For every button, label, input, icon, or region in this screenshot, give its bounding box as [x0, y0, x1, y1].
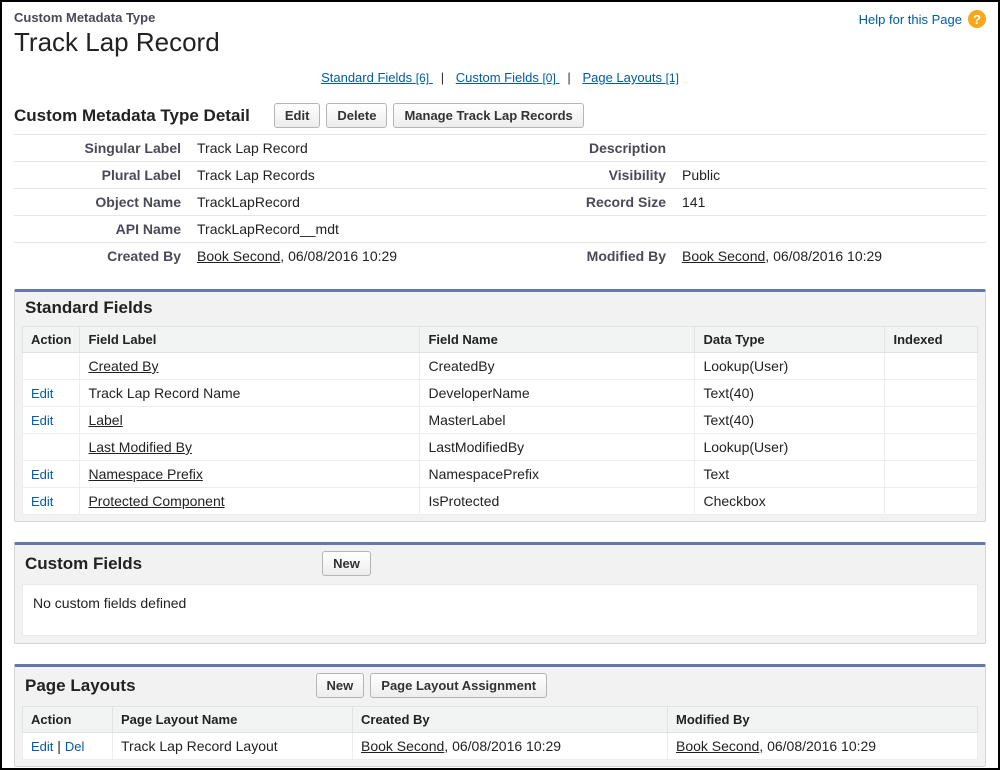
detail-heading: Custom Metadata Type Detail [14, 106, 250, 126]
field-indexed [885, 488, 978, 515]
detail-label: Created By [14, 243, 189, 270]
detail-value: Track Lap Record [189, 135, 499, 162]
layout-created-by-link[interactable]: Book Second [361, 738, 444, 754]
col-indexed: Indexed [885, 327, 978, 353]
anchor-nav: Standard Fields [6] | Custom Fields [0] … [14, 70, 986, 85]
help-icon: ? [968, 10, 986, 28]
layout-modified-by-link[interactable]: Book Second [676, 738, 759, 754]
col-action: Action [23, 327, 80, 353]
field-type: Lookup(User) [695, 353, 885, 380]
detail-value [674, 135, 986, 162]
field-type: Text(40) [695, 380, 885, 407]
detail-value: Track Lap Records [189, 162, 499, 189]
detail-label: Singular Label [14, 135, 189, 162]
field-edit-link[interactable]: Edit [31, 494, 53, 509]
custom-fields-empty: No custom fields defined [22, 584, 978, 636]
table-row: Edit Label MasterLabelText(40) [23, 407, 978, 434]
col-data-type: Data Type [695, 327, 885, 353]
detail-label: Plural Label [14, 162, 189, 189]
detail-label: Object Name [14, 189, 189, 216]
field-name: CreatedBy [420, 353, 695, 380]
detail-value: Public [674, 162, 986, 189]
table-row: Last Modified By LastModifiedByLookup(Use… [23, 434, 978, 461]
edit-button[interactable]: Edit [274, 103, 321, 128]
detail-value: TrackLapRecord [189, 189, 499, 216]
field-label-link[interactable]: Label [88, 412, 122, 428]
field-label-link[interactable]: Protected Component [88, 493, 224, 509]
detail-label: API Name [14, 216, 189, 243]
field-indexed [885, 461, 978, 488]
field-indexed [885, 353, 978, 380]
col-layout-name: Page Layout Name [113, 707, 353, 733]
field-name: IsProtected [420, 488, 695, 515]
anchor-standard-fields[interactable]: Standard Fields [6] [321, 70, 433, 85]
table-row: Created By CreatedByLookup(User) [23, 353, 978, 380]
field-name: MasterLabel [420, 407, 695, 434]
table-row: Edit | Del Track Lap Record Layout Book … [23, 733, 978, 760]
modified-by-link[interactable]: Book Second [682, 248, 765, 264]
standard-fields-heading: Standard Fields [25, 298, 153, 318]
col-action: Action [23, 707, 113, 733]
layout-del-link[interactable]: Del [65, 739, 85, 754]
anchor-custom-fields[interactable]: Custom Fields [0] [456, 70, 560, 85]
detail-table: Singular LabelTrack Lap RecordDescriptio… [14, 134, 986, 269]
custom-fields-heading: Custom Fields [25, 554, 142, 574]
standard-fields-table: Action Field Label Field Name Data Type … [22, 326, 978, 515]
layout-edit-link[interactable]: Edit [31, 739, 53, 754]
field-name: DeveloperName [420, 380, 695, 407]
field-type: Checkbox [695, 488, 885, 515]
col-field-name: Field Name [420, 327, 695, 353]
created-by-link[interactable]: Book Second [197, 248, 280, 264]
detail-label: Modified By [499, 243, 674, 270]
created-by-date: , 06/08/2016 10:29 [280, 248, 397, 264]
table-row: Edit Track Lap Record Name DeveloperNameTe… [23, 380, 978, 407]
layout-modified-by-date: , 06/08/2016 10:29 [759, 738, 876, 754]
new-page-layout-button[interactable]: New [316, 673, 365, 698]
page-layout-assignment-button[interactable]: Page Layout Assignment [370, 673, 547, 698]
table-row: Edit Namespace Prefix NamespacePrefixText [23, 461, 978, 488]
col-field-label: Field Label [80, 327, 420, 353]
detail-label: Visibility [499, 162, 674, 189]
detail-value: 141 [674, 189, 986, 216]
layout-name: Track Lap Record Layout [113, 733, 353, 760]
detail-label [499, 216, 674, 243]
field-name: LastModifiedBy [420, 434, 695, 461]
field-edit-link[interactable]: Edit [31, 386, 53, 401]
new-custom-field-button[interactable]: New [322, 551, 371, 576]
page-layouts-section: Page Layouts New Page Layout Assignment … [14, 664, 986, 767]
field-name: NamespacePrefix [420, 461, 695, 488]
help-link[interactable]: Help for this Page ? [859, 10, 986, 28]
field-type: Text [695, 461, 885, 488]
page-layouts-heading: Page Layouts [25, 676, 136, 696]
field-indexed [885, 407, 978, 434]
field-label-link[interactable]: Created By [88, 358, 158, 374]
standard-fields-section: Standard Fields Action Field Label Field… [14, 289, 986, 522]
modified-by-date: , 06/08/2016 10:29 [765, 248, 882, 264]
col-modified-by: Modified By [668, 707, 978, 733]
field-indexed [885, 434, 978, 461]
field-edit-link[interactable]: Edit [31, 413, 53, 428]
field-label: Track Lap Record Name [88, 385, 240, 401]
manage-records-button[interactable]: Manage Track Lap Records [393, 103, 583, 128]
detail-label: Record Size [499, 189, 674, 216]
object-type-label: Custom Metadata Type [14, 10, 220, 25]
page-layouts-table: Action Page Layout Name Created By Modif… [22, 706, 978, 760]
detail-label: Description [499, 135, 674, 162]
page-title: Track Lap Record [14, 27, 220, 58]
help-link-text: Help for this Page [859, 12, 962, 27]
field-edit-link[interactable]: Edit [31, 467, 53, 482]
delete-button[interactable]: Delete [326, 103, 387, 128]
field-indexed [885, 380, 978, 407]
field-type: Lookup(User) [695, 434, 885, 461]
layout-created-by-date: , 06/08/2016 10:29 [444, 738, 561, 754]
anchor-page-layouts[interactable]: Page Layouts [1] [582, 70, 678, 85]
field-type: Text(40) [695, 407, 885, 434]
table-row: Edit Protected Component IsProtectedCheckb… [23, 488, 978, 515]
detail-value: TrackLapRecord__mdt [189, 216, 499, 243]
col-created-by: Created By [353, 707, 668, 733]
field-label-link[interactable]: Last Modified By [88, 439, 192, 455]
field-label-link[interactable]: Namespace Prefix [88, 466, 202, 482]
custom-fields-section: Custom Fields New No custom fields defin… [14, 542, 986, 644]
detail-value [674, 216, 986, 243]
